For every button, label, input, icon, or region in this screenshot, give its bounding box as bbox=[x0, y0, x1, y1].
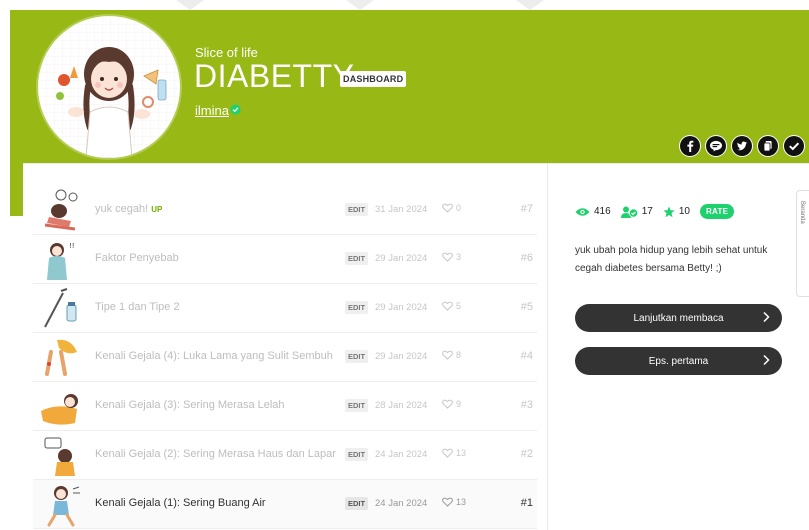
subscriber-icon bbox=[620, 206, 638, 218]
author-link[interactable]: ilmina bbox=[195, 103, 229, 118]
chevron-right-icon bbox=[763, 311, 770, 323]
star-icon bbox=[663, 206, 675, 217]
new-badge: UP bbox=[151, 205, 163, 214]
episode-thumbnail bbox=[41, 394, 78, 425]
episode-number: #2 bbox=[520, 448, 533, 460]
series-stats: 416 17 10 RATE bbox=[575, 204, 735, 219]
episode-number: #6 bbox=[520, 252, 533, 264]
episode-thumbnail bbox=[45, 339, 77, 376]
check-icon[interactable] bbox=[783, 135, 805, 157]
edit-button[interactable]: EDIT bbox=[345, 350, 369, 363]
like-count: 8 bbox=[442, 350, 461, 360]
left-gutter bbox=[0, 0, 10, 529]
episode-card: yuk cegah! UP EDIT 31 Jan 2024 0 #7 !! Fa… bbox=[23, 163, 809, 530]
rate-button[interactable]: RATE bbox=[699, 204, 735, 219]
series-title: DIABETTY bbox=[194, 58, 355, 94]
series-synopsis: yuk ubah pola hidup yang lebih sehat unt… bbox=[575, 245, 768, 274]
like-count: 9 bbox=[442, 399, 461, 409]
heart-icon bbox=[442, 350, 453, 360]
heart-icon bbox=[442, 203, 453, 213]
share-buttons bbox=[679, 135, 805, 157]
edit-button[interactable]: EDIT bbox=[345, 301, 369, 314]
episode-title: Faktor Penyebab bbox=[95, 252, 179, 264]
episode-date: 29 Jan 2024 bbox=[375, 253, 428, 264]
edit-button[interactable]: EDIT bbox=[345, 203, 369, 216]
side-drawer-tab[interactable]: Beranda bbox=[796, 190, 809, 297]
episode-list: yuk cegah! UP EDIT 31 Jan 2024 0 #7 !! Fa… bbox=[23, 164, 548, 530]
top-strip bbox=[0, 0, 809, 10]
twitter-icon[interactable] bbox=[731, 135, 753, 157]
like-count: 3 bbox=[442, 252, 461, 262]
episode-row[interactable]: Kenali Gejala (2): Sering Merasa Haus da… bbox=[33, 431, 537, 480]
heart-icon bbox=[442, 252, 453, 262]
episode-date: 24 Jan 2024 bbox=[375, 498, 428, 509]
svg-text:!!: !! bbox=[69, 242, 75, 250]
first-episode-label: Eps. pertama bbox=[648, 355, 709, 367]
episode-date: 31 Jan 2024 bbox=[375, 204, 428, 215]
heart-icon bbox=[442, 301, 453, 311]
continue-reading-label: Lanjutkan membaca bbox=[633, 312, 724, 324]
episode-thumbnail bbox=[44, 437, 75, 476]
side-drawer-label: Beranda bbox=[799, 201, 805, 224]
episode-title: Kenali Gejala (1): Sering Buang Air bbox=[95, 497, 266, 509]
episode-date: 28 Jan 2024 bbox=[375, 400, 428, 411]
episode-thumbnail bbox=[44, 288, 77, 328]
episode-row[interactable]: yuk cegah! UP EDIT 31 Jan 2024 0 #7 bbox=[33, 186, 537, 235]
episode-row[interactable]: Tipe 1 dan Tipe 2 EDIT 29 Jan 2024 5 #5 bbox=[33, 284, 537, 333]
like-count: 0 bbox=[442, 203, 461, 213]
episode-number: #4 bbox=[520, 350, 533, 362]
rating-value: 10 bbox=[678, 206, 690, 217]
episode-title: Kenali Gejala (2): Sering Merasa Haus da… bbox=[95, 448, 336, 460]
episode-thumbnail bbox=[44, 189, 78, 231]
copy-link-icon[interactable] bbox=[757, 135, 779, 157]
heart-icon bbox=[442, 448, 453, 458]
line-icon[interactable] bbox=[705, 135, 727, 157]
episode-row[interactable]: Kenali Gejala (4): Luka Lama yang Sulit … bbox=[33, 333, 537, 382]
episode-number: #1 bbox=[520, 497, 533, 509]
episode-date: 29 Jan 2024 bbox=[375, 351, 428, 362]
first-episode-button[interactable]: Eps. pertama bbox=[575, 347, 782, 375]
episode-number: #5 bbox=[520, 301, 533, 313]
heart-icon bbox=[442, 399, 453, 409]
episode-row[interactable]: !! Faktor Penyebab EDIT 29 Jan 2024 3 #6 bbox=[33, 235, 537, 284]
edit-button[interactable]: EDIT bbox=[345, 252, 369, 265]
continue-reading-button[interactable]: Lanjutkan membaca bbox=[575, 304, 782, 332]
series-cover bbox=[38, 16, 180, 158]
edit-button[interactable]: EDIT bbox=[345, 399, 369, 412]
episode-thumbnail: !! bbox=[47, 242, 75, 280]
episode-number: #3 bbox=[520, 399, 533, 411]
chevron-right-icon bbox=[763, 354, 770, 366]
episode-title: yuk cegah! UP bbox=[95, 203, 163, 215]
subscriber-count: 17 bbox=[641, 206, 653, 217]
decor-triangle bbox=[346, 0, 374, 10]
like-count: 13 bbox=[442, 448, 466, 458]
episode-row[interactable]: Kenali Gejala (3): Sering Merasa Lelah E… bbox=[33, 382, 537, 431]
episode-title: Kenali Gejala (3): Sering Merasa Lelah bbox=[95, 399, 285, 411]
eye-icon bbox=[575, 207, 590, 216]
facebook-icon[interactable] bbox=[679, 135, 701, 157]
like-count: 13 bbox=[442, 497, 466, 507]
heart-icon bbox=[442, 497, 453, 507]
edit-button[interactable]: EDIT bbox=[345, 497, 369, 510]
dashboard-button[interactable]: DASHBOARD bbox=[340, 71, 407, 87]
view-count: 416 bbox=[594, 206, 611, 217]
episode-date: 29 Jan 2024 bbox=[375, 302, 428, 313]
episode-thumbnail bbox=[47, 486, 80, 527]
episode-row-current[interactable]: Kenali Gejala (1): Sering Buang Air EDIT… bbox=[33, 480, 537, 529]
episode-title: Kenali Gejala (4): Luka Lama yang Sulit … bbox=[95, 350, 333, 362]
episode-title: Tipe 1 dan Tipe 2 bbox=[95, 301, 180, 313]
episode-date: 24 Jan 2024 bbox=[375, 449, 428, 460]
edit-button[interactable]: EDIT bbox=[345, 448, 369, 461]
series-info-panel: 416 17 10 RATE yuk ubah pola hidup yang … bbox=[573, 164, 809, 530]
verified-icon bbox=[230, 104, 241, 115]
like-count: 5 bbox=[442, 301, 461, 311]
decor-triangle bbox=[176, 0, 204, 10]
decor-triangle bbox=[516, 0, 544, 10]
episode-number: #7 bbox=[520, 203, 533, 215]
